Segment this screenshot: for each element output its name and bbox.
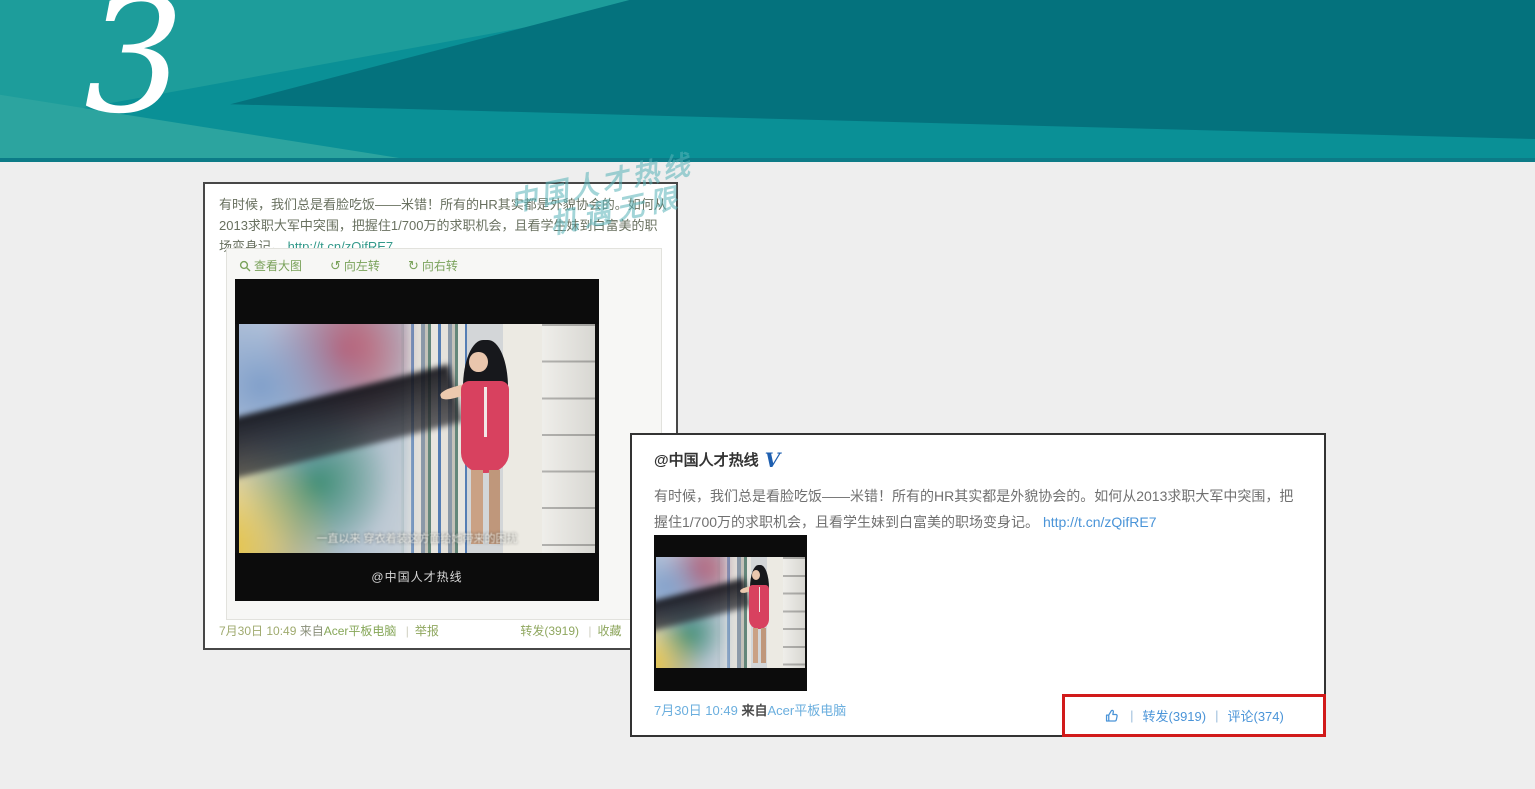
letterbox-top [235,279,599,324]
from-label: 来自 [741,703,767,718]
account-header: @中国人才热线 V [654,449,780,470]
view-large-button[interactable]: 查看大图 [239,257,302,274]
comment-link[interactable]: 评论(374) [1228,706,1284,725]
video-photo-area: 一直以来 穿衣着装这方面给她带来的困扰 [239,324,596,553]
repost-link[interactable]: 转发(3919) [520,624,579,638]
view-large-label: 查看大图 [254,257,302,274]
letterbox-bottom [654,668,807,691]
rotate-right-label: 向右转 [422,257,458,274]
separator: | [406,624,409,638]
girl-leg [761,628,766,663]
section-banner: 3 [0,0,1535,162]
video-photo-area [656,557,806,668]
bookshelf-right [542,324,596,553]
thumb-up-icon[interactable] [1104,707,1121,724]
account-name[interactable]: @中国人才热线 [654,449,759,470]
rotate-right-icon: ↻ [408,260,419,272]
rotate-left-icon: ↺ [330,260,341,272]
verified-icon: V [765,450,781,470]
post-date[interactable]: 7月30日 10:49 [219,624,296,638]
video-caption: @中国人才热线 [371,568,462,585]
video-thumbnail[interactable] [654,535,807,691]
meta-left: 7月30日 10:49 来自Acer平板电脑 | 举报 [219,622,439,639]
separator: | [1130,708,1133,723]
rotate-right-button[interactable]: ↻ 向右转 [408,257,458,274]
girl-red-dress [461,381,509,472]
from-label: 来自 [300,624,324,638]
separator: | [588,624,591,638]
bookshelf-right [783,557,805,668]
favorite-link[interactable]: 收藏 [598,624,622,638]
section-number: 3 [84,0,185,136]
weibo-post-screenshot-large: 有时候，我们总是看脸吃饭——米错！所有的HR其实都是外貌协会的。如何从2013求… [203,182,678,650]
rotate-left-button[interactable]: ↺ 向左转 [330,257,380,274]
post-date[interactable]: 7月30日 10:49 [654,703,738,718]
magnifier-icon [239,260,251,272]
separator: | [1215,708,1218,723]
highlight-box: | 转发(3919) | 评论(374) [1062,694,1326,737]
weibo-post-callout: @中国人才热线 V 有时候，我们总是看脸吃饭——米错！所有的HR其实都是外貌协会… [630,433,1326,737]
post-text: 有时候，我们总是看脸吃饭——米错！所有的HR其实都是外貌协会的。如何从2013求… [654,483,1304,535]
repost-link[interactable]: 转发(3919) [1143,706,1207,725]
girl-leg [753,628,758,663]
letterbox-bottom: @中国人才热线 [235,553,599,601]
video-subtitle: 一直以来 穿衣着装这方面给她带来的困扰 [239,530,596,546]
image-toolbar: 查看大图 ↺ 向左转 ↻ 向右转 [239,257,458,274]
post-body-text: 有时候，我们总是看脸吃饭——米错！所有的HR其实都是外貌协会的。如何从2013求… [654,488,1293,530]
report-link[interactable]: 举报 [415,624,439,638]
girl-face [469,352,488,373]
girl-red-dress [749,585,769,629]
rotate-left-label: 向左转 [344,257,380,274]
source-link[interactable]: Acer平板电脑 [767,703,846,718]
post-meta-row: 7月30日 10:49 来自Acer平板电脑 |举报 转发(3919) |收藏 … [219,622,664,639]
post-meta-row: 7月30日 10:49 来自Acer平板电脑 [654,700,846,719]
video-still-large[interactable]: 一直以来 穿衣着装这方面给她带来的困扰 @中国人才热线 [235,279,599,601]
letterbox-top [654,535,807,557]
post-body-text: 有时候，我们总是看脸吃饭——米错！所有的HR其实都是外貌协会的。如何从2013求… [219,197,667,254]
page: 3 中国人才热线 机遇无限 有时候，我们总是看脸吃饭——米错！所有的HR其实都是… [0,0,1535,789]
source-link[interactable]: Acer平板电脑 [324,624,397,638]
post-link[interactable]: http://t.cn/zQifRE7 [1043,514,1157,530]
image-box: 查看大图 ↺ 向左转 ↻ 向右转 [226,248,662,620]
